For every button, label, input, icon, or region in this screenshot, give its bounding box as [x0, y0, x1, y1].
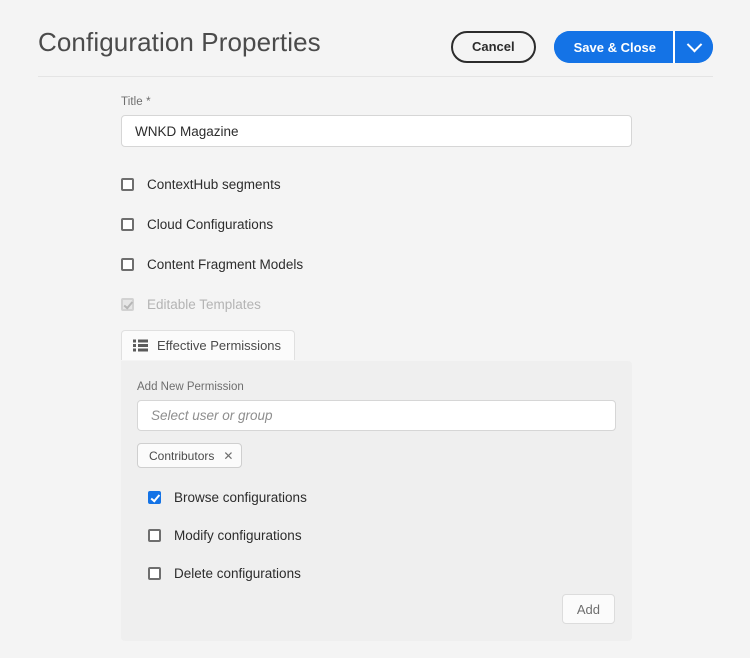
cancel-button[interactable]: Cancel — [451, 31, 536, 63]
effective-permissions-panel: Add New Permission Contributors ✕ Browse… — [121, 361, 632, 641]
checkbox-row-delete-configurations[interactable]: Delete configurations — [148, 563, 616, 583]
checkbox-cloud-configurations[interactable] — [121, 218, 134, 231]
checkbox-label: Browse configurations — [174, 490, 307, 505]
header-divider — [38, 76, 713, 77]
chevron-down-icon — [686, 36, 702, 52]
add-permission-section: Add New Permission Contributors ✕ Browse… — [137, 381, 616, 601]
principal-tag-contributors[interactable]: Contributors ✕ — [137, 443, 242, 468]
checkbox-label: Editable Templates — [147, 297, 261, 312]
checkbox-editable-templates — [121, 298, 134, 311]
add-permission-button[interactable]: Add — [562, 594, 615, 624]
checkbox-row-modify-configurations[interactable]: Modify configurations — [148, 525, 616, 545]
effective-permissions-tab-label: Effective Permissions — [157, 338, 281, 353]
checkbox-label: Cloud Configurations — [147, 217, 273, 232]
checkbox-modify-configurations[interactable] — [148, 529, 161, 542]
save-and-close-button[interactable]: Save & Close — [554, 31, 673, 63]
list-icon — [133, 339, 148, 352]
configuration-options-list: ContextHub segments Cloud Configurations… — [121, 174, 632, 314]
principal-tag-label: Contributors — [149, 449, 214, 463]
title-field-label: Title * — [121, 96, 632, 108]
checkbox-row-content-fragment-models[interactable]: Content Fragment Models — [121, 254, 632, 274]
add-new-permission-label: Add New Permission — [137, 381, 616, 393]
close-icon[interactable]: ✕ — [223, 450, 233, 462]
user-or-group-select-input[interactable] — [137, 400, 616, 431]
selected-principals-list: Contributors ✕ — [137, 443, 616, 468]
checkbox-label: Content Fragment Models — [147, 257, 303, 272]
properties-form: Title * ContextHub segments Cloud Config… — [121, 96, 632, 314]
title-input[interactable] — [121, 115, 632, 147]
checkbox-label: Delete configurations — [174, 566, 301, 581]
checkbox-row-browse-configurations[interactable]: Browse configurations — [148, 487, 616, 507]
save-options-dropdown-button[interactable] — [675, 31, 713, 63]
header-actions: Cancel Save & Close — [451, 31, 713, 63]
checkbox-delete-configurations[interactable] — [148, 567, 161, 580]
permission-options-list: Browse configurations Modify configurati… — [148, 487, 616, 583]
checkbox-browse-configurations[interactable] — [148, 491, 161, 504]
page-title: Configuration Properties — [38, 27, 321, 58]
checkbox-content-fragment-models[interactable] — [121, 258, 134, 271]
checkbox-row-cloud-configurations[interactable]: Cloud Configurations — [121, 214, 632, 234]
checkbox-row-editable-templates: Editable Templates — [121, 294, 632, 314]
checkbox-label: ContextHub segments — [147, 177, 281, 192]
save-close-button-group: Save & Close — [554, 31, 713, 63]
checkbox-label: Modify configurations — [174, 528, 302, 543]
checkbox-row-contexthub-segments[interactable]: ContextHub segments — [121, 174, 632, 194]
effective-permissions-tab[interactable]: Effective Permissions — [121, 330, 295, 360]
page-header: Configuration Properties Cancel Save & C… — [0, 0, 750, 78]
checkbox-contexthub-segments[interactable] — [121, 178, 134, 191]
